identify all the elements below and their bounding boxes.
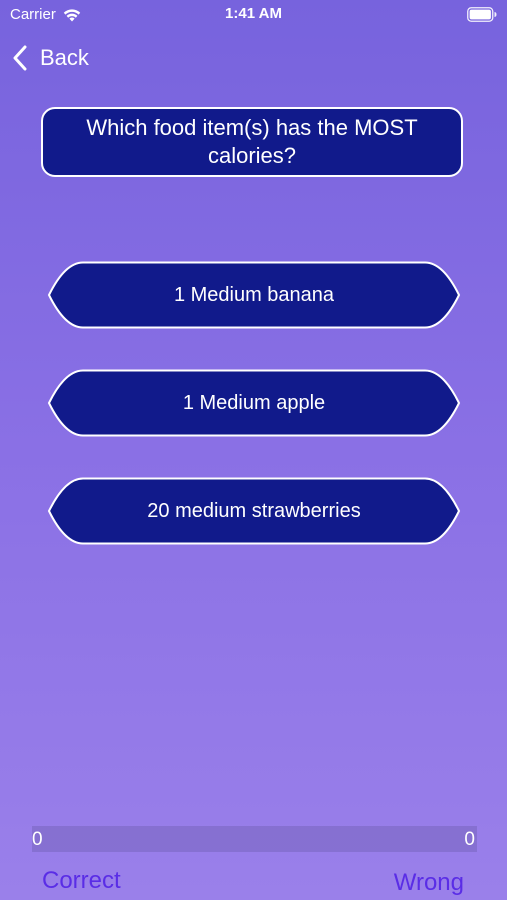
correct-count: 0 [32, 829, 43, 850]
question-box: Which food item(s) has the MOST calories… [41, 107, 463, 177]
status-time: 1:41 AM [225, 5, 282, 22]
correct-label: Correct [42, 867, 121, 894]
chevron-left-icon [13, 45, 27, 71]
back-label: Back [40, 45, 89, 70]
question-text: Which food item(s) has the MOST calories… [86, 115, 418, 168]
back-button[interactable]: Back [12, 44, 89, 72]
score-progress-bar [32, 826, 477, 852]
wrong-count: 0 [464, 829, 475, 850]
answer-option-3[interactable]: 20 medium strawberries [47, 477, 461, 545]
answer-option-1[interactable]: 1 Medium banana [47, 261, 461, 329]
answer-label: 20 medium strawberries [147, 499, 361, 522]
status-bar: Carrier 1:41 AM [0, 0, 507, 30]
answer-label: 1 Medium banana [173, 283, 335, 306]
answer-option-2[interactable]: 1 Medium apple [47, 369, 461, 437]
battery-icon [467, 7, 497, 22]
answer-label: 1 Medium apple [182, 391, 326, 414]
wrong-label: Wrong [393, 869, 464, 896]
